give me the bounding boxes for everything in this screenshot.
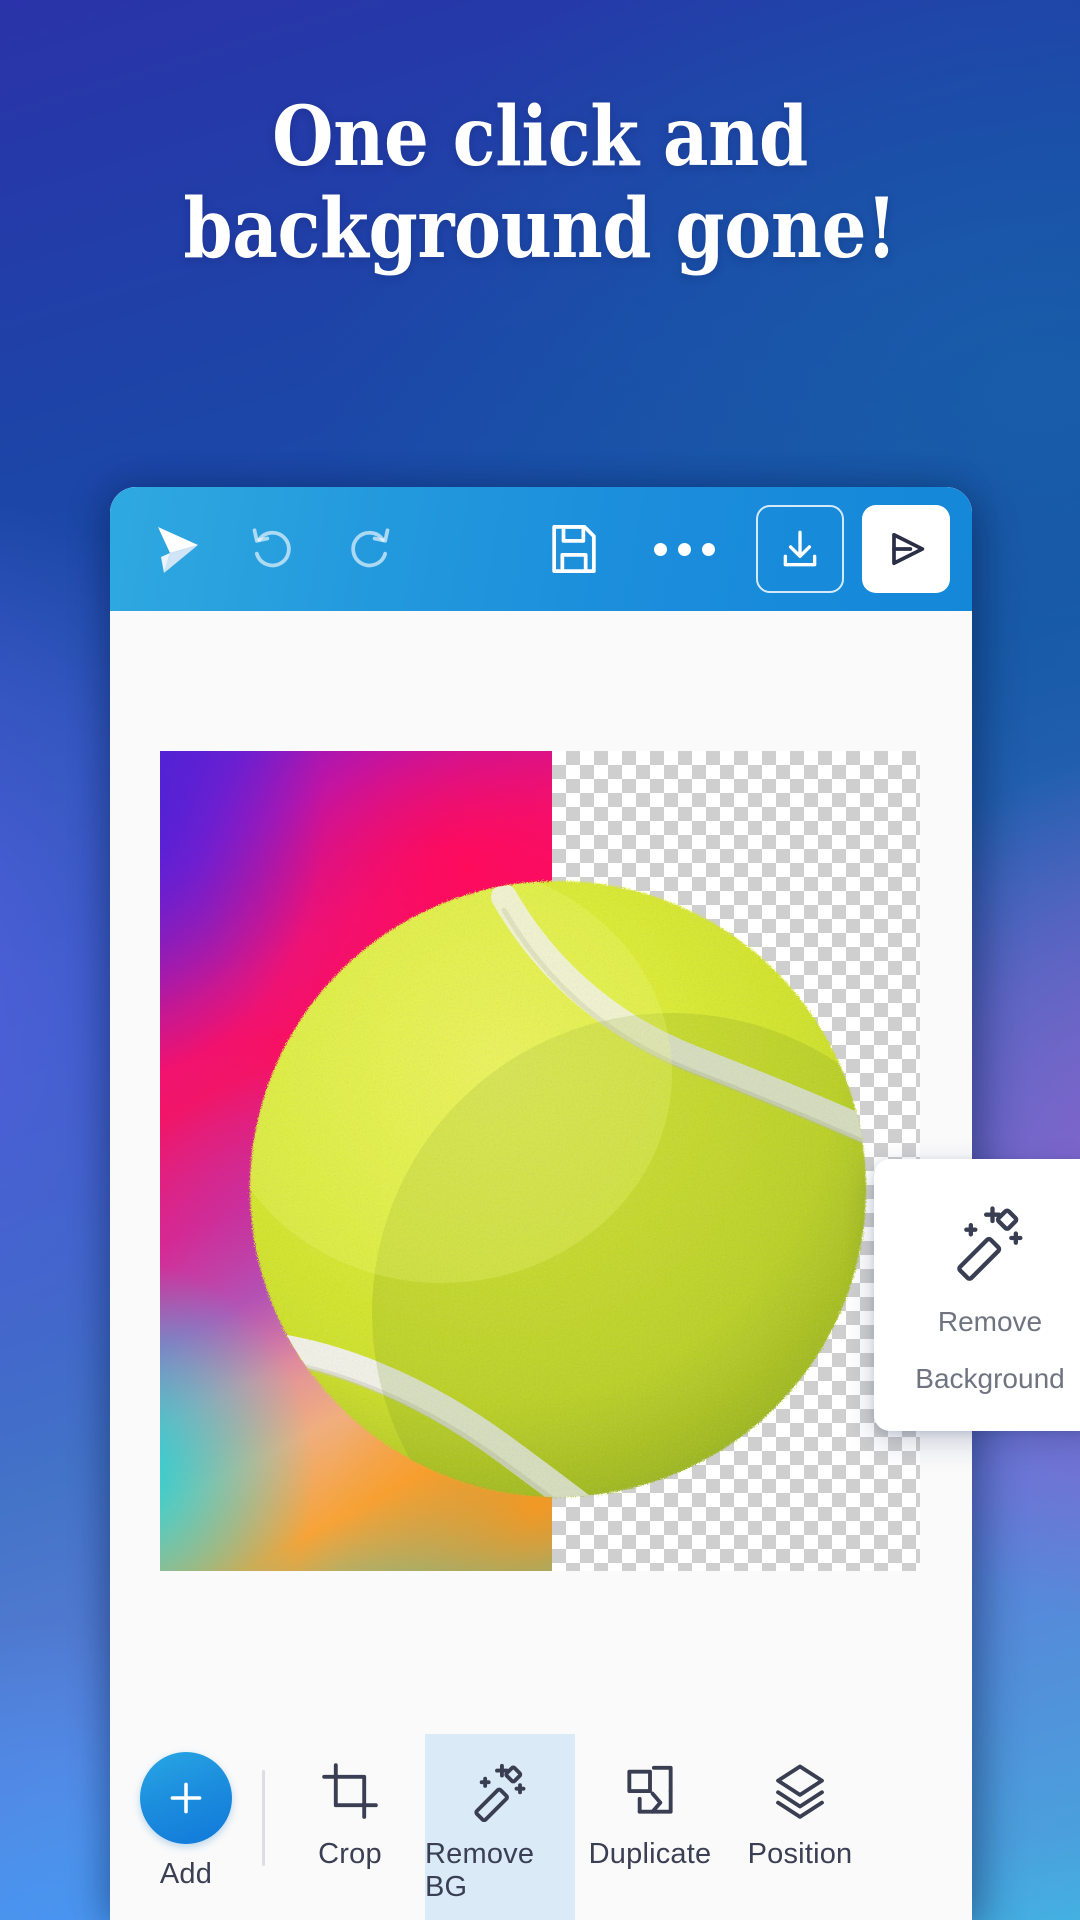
artboard[interactable] <box>160 751 920 1571</box>
download-button[interactable] <box>756 505 844 593</box>
save-icon[interactable] <box>548 521 600 577</box>
headline-line-1: One click and <box>272 89 808 185</box>
headline-line-2: background gone! <box>183 180 897 277</box>
editor-canvas[interactable] <box>110 611 972 1920</box>
undo-icon[interactable] <box>244 521 300 577</box>
phone-mockup: Add Crop Remove BG Duplicate Position Re… <box>110 487 1080 1920</box>
tennis-ball-image[interactable] <box>242 873 874 1505</box>
bottom-toolbar: Add Crop Remove BG Duplicate Position <box>110 1734 972 1920</box>
app-logo-icon[interactable] <box>140 513 212 585</box>
tool-position-label: Position <box>747 1838 853 1870</box>
tool-crop-label: Crop <box>318 1838 382 1870</box>
share-button[interactable] <box>862 505 950 593</box>
tool-crop[interactable]: Crop <box>275 1734 425 1920</box>
app-toolbar <box>110 487 972 611</box>
redo-icon[interactable] <box>342 521 398 577</box>
toolbar-divider <box>262 1770 265 1866</box>
tool-add[interactable]: Add <box>110 1734 262 1920</box>
remove-background-card[interactable]: Remove Background <box>874 1159 1080 1431</box>
tool-duplicate[interactable]: Duplicate <box>575 1734 725 1920</box>
dot-3 <box>702 542 715 556</box>
add-button[interactable] <box>140 1752 232 1844</box>
tool-position[interactable]: Position <box>725 1734 875 1920</box>
remove-background-card-line-1: Remove <box>937 1306 1043 1337</box>
magic-wand-icon <box>950 1201 1030 1286</box>
tool-list: Crop Remove BG Duplicate Position <box>275 1734 875 1920</box>
remove-background-card-line-2: Background <box>915 1362 1065 1394</box>
tool-remove-bg[interactable]: Remove BG <box>425 1734 575 1920</box>
page-title: One click and background gone! <box>76 95 1005 277</box>
dot-2 <box>678 542 691 556</box>
tool-add-label: Add <box>159 1858 213 1890</box>
tool-duplicate-label: Duplicate <box>588 1838 712 1870</box>
more-options-icon[interactable] <box>654 536 716 562</box>
tool-remove-bg-label: Remove BG <box>425 1838 535 1903</box>
dot-1 <box>654 542 667 556</box>
